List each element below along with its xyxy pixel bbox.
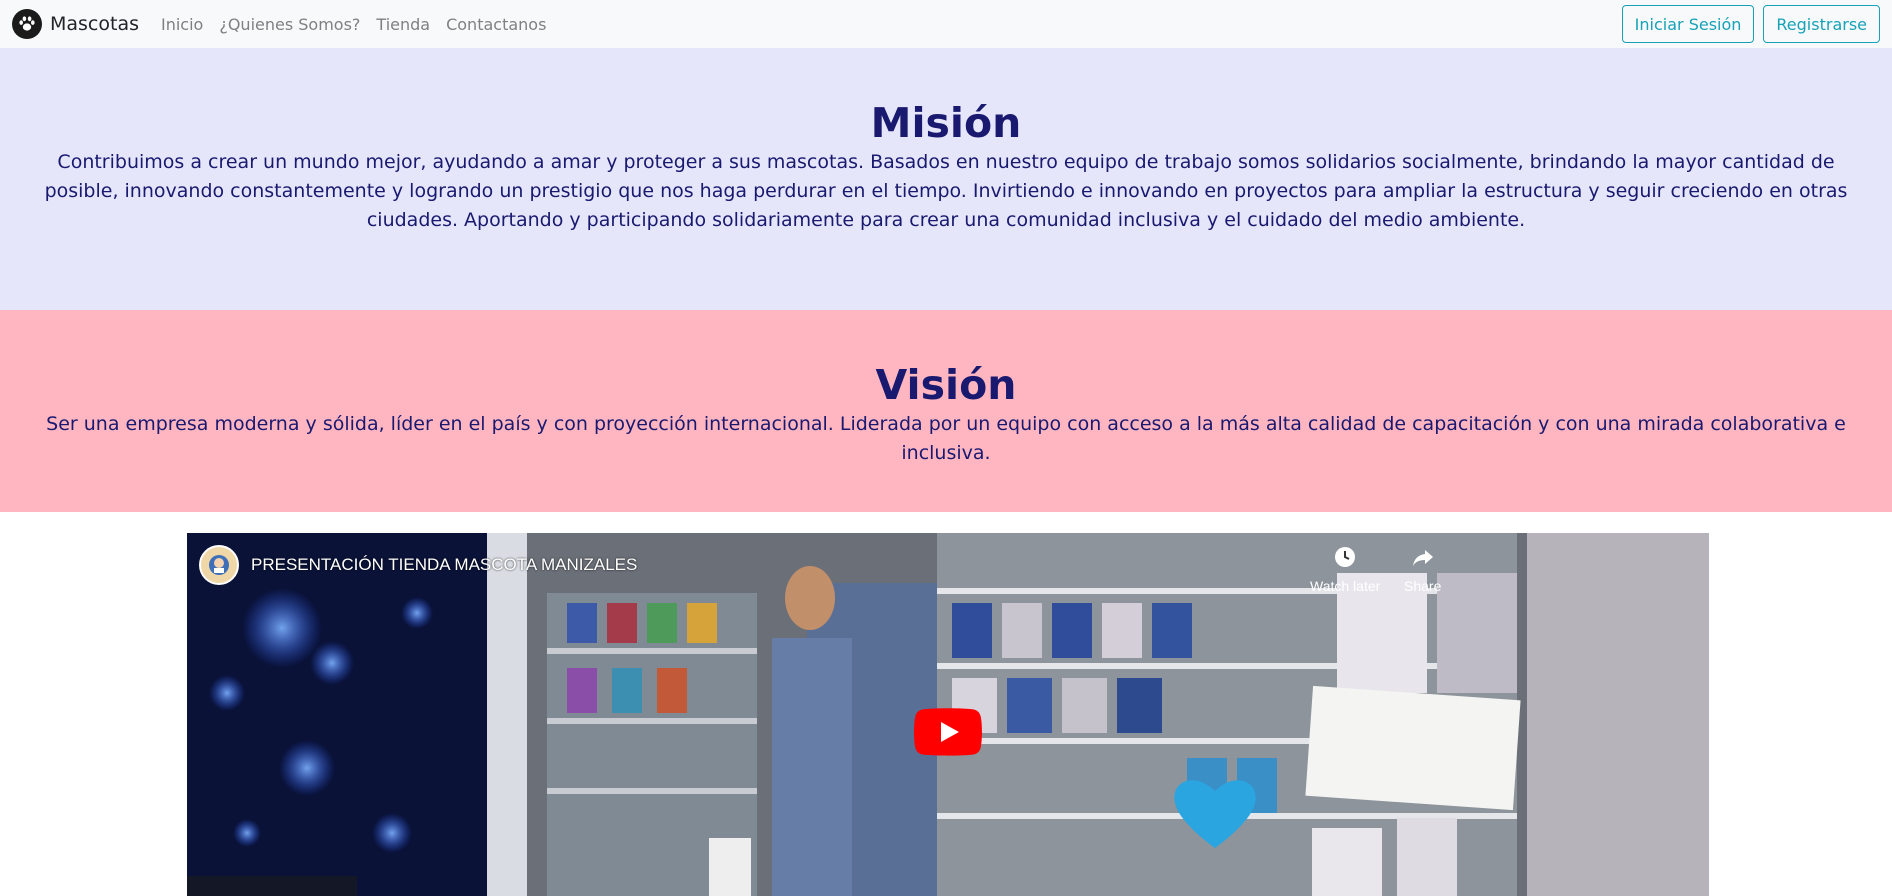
watch-later-button[interactable]: Watch later xyxy=(1310,545,1380,594)
nav-link-inicio[interactable]: Inicio xyxy=(161,15,203,34)
nav-link-tienda[interactable]: Tienda xyxy=(376,15,430,34)
login-button[interactable]: Iniciar Sesión xyxy=(1621,5,1755,43)
channel-avatar[interactable] xyxy=(199,545,239,585)
share-icon xyxy=(1411,545,1435,572)
mision-section: Misión Contribuimos a crear un mundo mej… xyxy=(0,48,1892,310)
watch-later-label: Watch later xyxy=(1310,578,1381,594)
vision-text: Ser una empresa moderna y sólida, líder … xyxy=(46,413,1846,464)
share-label: Share xyxy=(1404,578,1442,594)
video-header: PRESENTACIÓN TIENDA MASCOTA MANIZALES xyxy=(199,545,637,585)
nav-link-contactanos[interactable]: Contactanos xyxy=(446,15,546,34)
brand[interactable]: Mascotas xyxy=(12,9,139,39)
vision-title: Visión xyxy=(875,361,1017,409)
mision-title: Misión xyxy=(870,99,1022,147)
paw-icon xyxy=(12,9,42,39)
play-button-icon[interactable] xyxy=(914,708,982,756)
nav-actions: Iniciar Sesión Registrarse xyxy=(1621,5,1880,43)
mision-text: Contribuimos a crear un mundo mejor, ayu… xyxy=(44,151,1848,231)
vision-section: Visión Ser una empresa moderna y sólida,… xyxy=(0,310,1892,512)
register-button[interactable]: Registrarse xyxy=(1763,5,1880,43)
clock-icon xyxy=(1333,545,1357,572)
brand-name: Mascotas xyxy=(50,13,139,35)
video-player[interactable]: PRESENTACIÓN TIENDA MASCOTA MANIZALES Wa… xyxy=(187,533,1709,896)
navbar: Mascotas Inicio ¿Quienes Somos? Tienda C… xyxy=(0,0,1892,48)
video-title[interactable]: PRESENTACIÓN TIENDA MASCOTA MANIZALES xyxy=(251,555,637,575)
nav-link-quienes-somos[interactable]: ¿Quienes Somos? xyxy=(219,15,360,34)
share-button[interactable]: Share xyxy=(1404,545,1441,594)
